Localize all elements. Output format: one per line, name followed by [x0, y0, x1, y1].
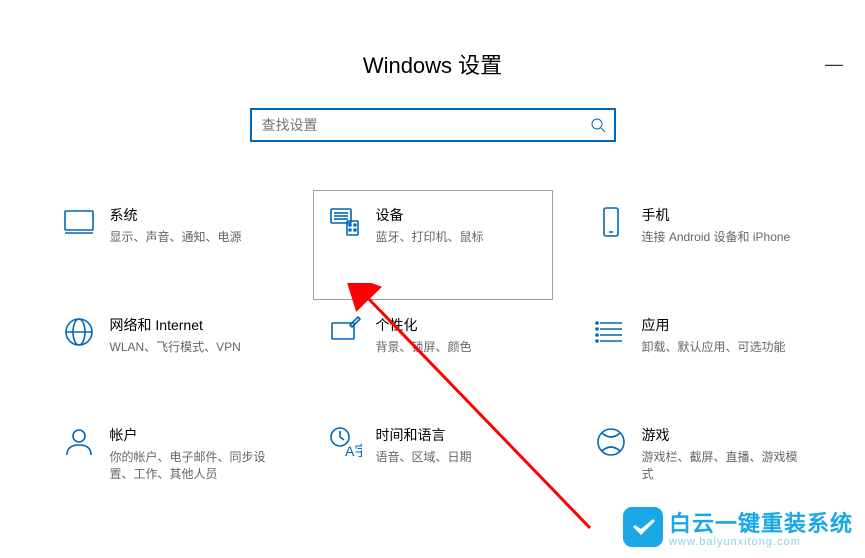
- tile-title: 游戏: [642, 425, 804, 445]
- tile-devices[interactable]: 设备 蓝牙、打印机、鼠标: [313, 190, 553, 300]
- globe-icon: [62, 315, 96, 349]
- tile-sub: 背景、锁屏、颜色: [376, 339, 472, 356]
- search-box[interactable]: [250, 108, 616, 142]
- tile-title: 系统: [110, 205, 242, 225]
- page-title: Windows 设置: [0, 48, 865, 80]
- tile-phone[interactable]: 手机 连接 Android 设备和 iPhone: [579, 190, 819, 300]
- tile-network[interactable]: 网络和 Internet WLAN、飞行模式、VPN: [47, 300, 287, 410]
- minimize-icon[interactable]: —: [825, 54, 843, 75]
- tile-title: 应用: [642, 315, 786, 335]
- tile-title: 时间和语言: [376, 425, 472, 445]
- tile-title: 设备: [376, 205, 484, 225]
- tile-sub: 显示、声音、通知、电源: [110, 229, 242, 246]
- system-icon: [62, 205, 96, 239]
- personalization-icon: [328, 315, 362, 349]
- svg-text:A字: A字: [345, 443, 362, 459]
- settings-grid: 系统 显示、声音、通知、电源 设备 蓝牙、打印机、鼠标 手机 连接 Androi…: [0, 190, 865, 520]
- tile-accounts[interactable]: 帐户 你的帐户、电子邮件、同步设置、工作、其他人员: [47, 410, 287, 520]
- search-icon: [590, 117, 606, 133]
- tile-time-language[interactable]: A字 时间和语言 语音、区域、日期: [313, 410, 553, 520]
- devices-icon: [328, 205, 362, 239]
- tile-title: 手机: [642, 205, 791, 225]
- xbox-icon: [594, 425, 628, 459]
- person-icon: [62, 425, 96, 459]
- phone-icon: [594, 205, 628, 239]
- tile-gaming[interactable]: 游戏 游戏栏、截屏、直播、游戏模式: [579, 410, 819, 520]
- tile-personalization[interactable]: 个性化 背景、锁屏、颜色: [313, 300, 553, 410]
- tile-title: 网络和 Internet: [110, 315, 241, 335]
- watermark-logo-icon: [623, 507, 663, 547]
- tile-title: 帐户: [110, 425, 272, 445]
- tile-sub: WLAN、飞行模式、VPN: [110, 339, 241, 356]
- tile-sub: 游戏栏、截屏、直播、游戏模式: [642, 449, 804, 483]
- tile-sub: 语音、区域、日期: [376, 449, 472, 466]
- tile-sub: 你的帐户、电子邮件、同步设置、工作、其他人员: [110, 449, 272, 483]
- tile-sub: 连接 Android 设备和 iPhone: [642, 229, 791, 246]
- tile-sub: 卸载、默认应用、可选功能: [642, 339, 786, 356]
- watermark-title: 白云一键重装系统: [669, 506, 853, 538]
- tile-system[interactable]: 系统 显示、声音、通知、电源: [47, 190, 287, 300]
- search-input[interactable]: [262, 117, 590, 133]
- tile-apps[interactable]: 应用 卸载、默认应用、可选功能: [579, 300, 819, 410]
- time-language-icon: A字: [328, 425, 362, 459]
- apps-icon: [594, 315, 628, 349]
- tile-title: 个性化: [376, 315, 472, 335]
- watermark: 白云一键重装系统 www.baiyunxitong.com: [623, 506, 853, 548]
- tile-sub: 蓝牙、打印机、鼠标: [376, 229, 484, 246]
